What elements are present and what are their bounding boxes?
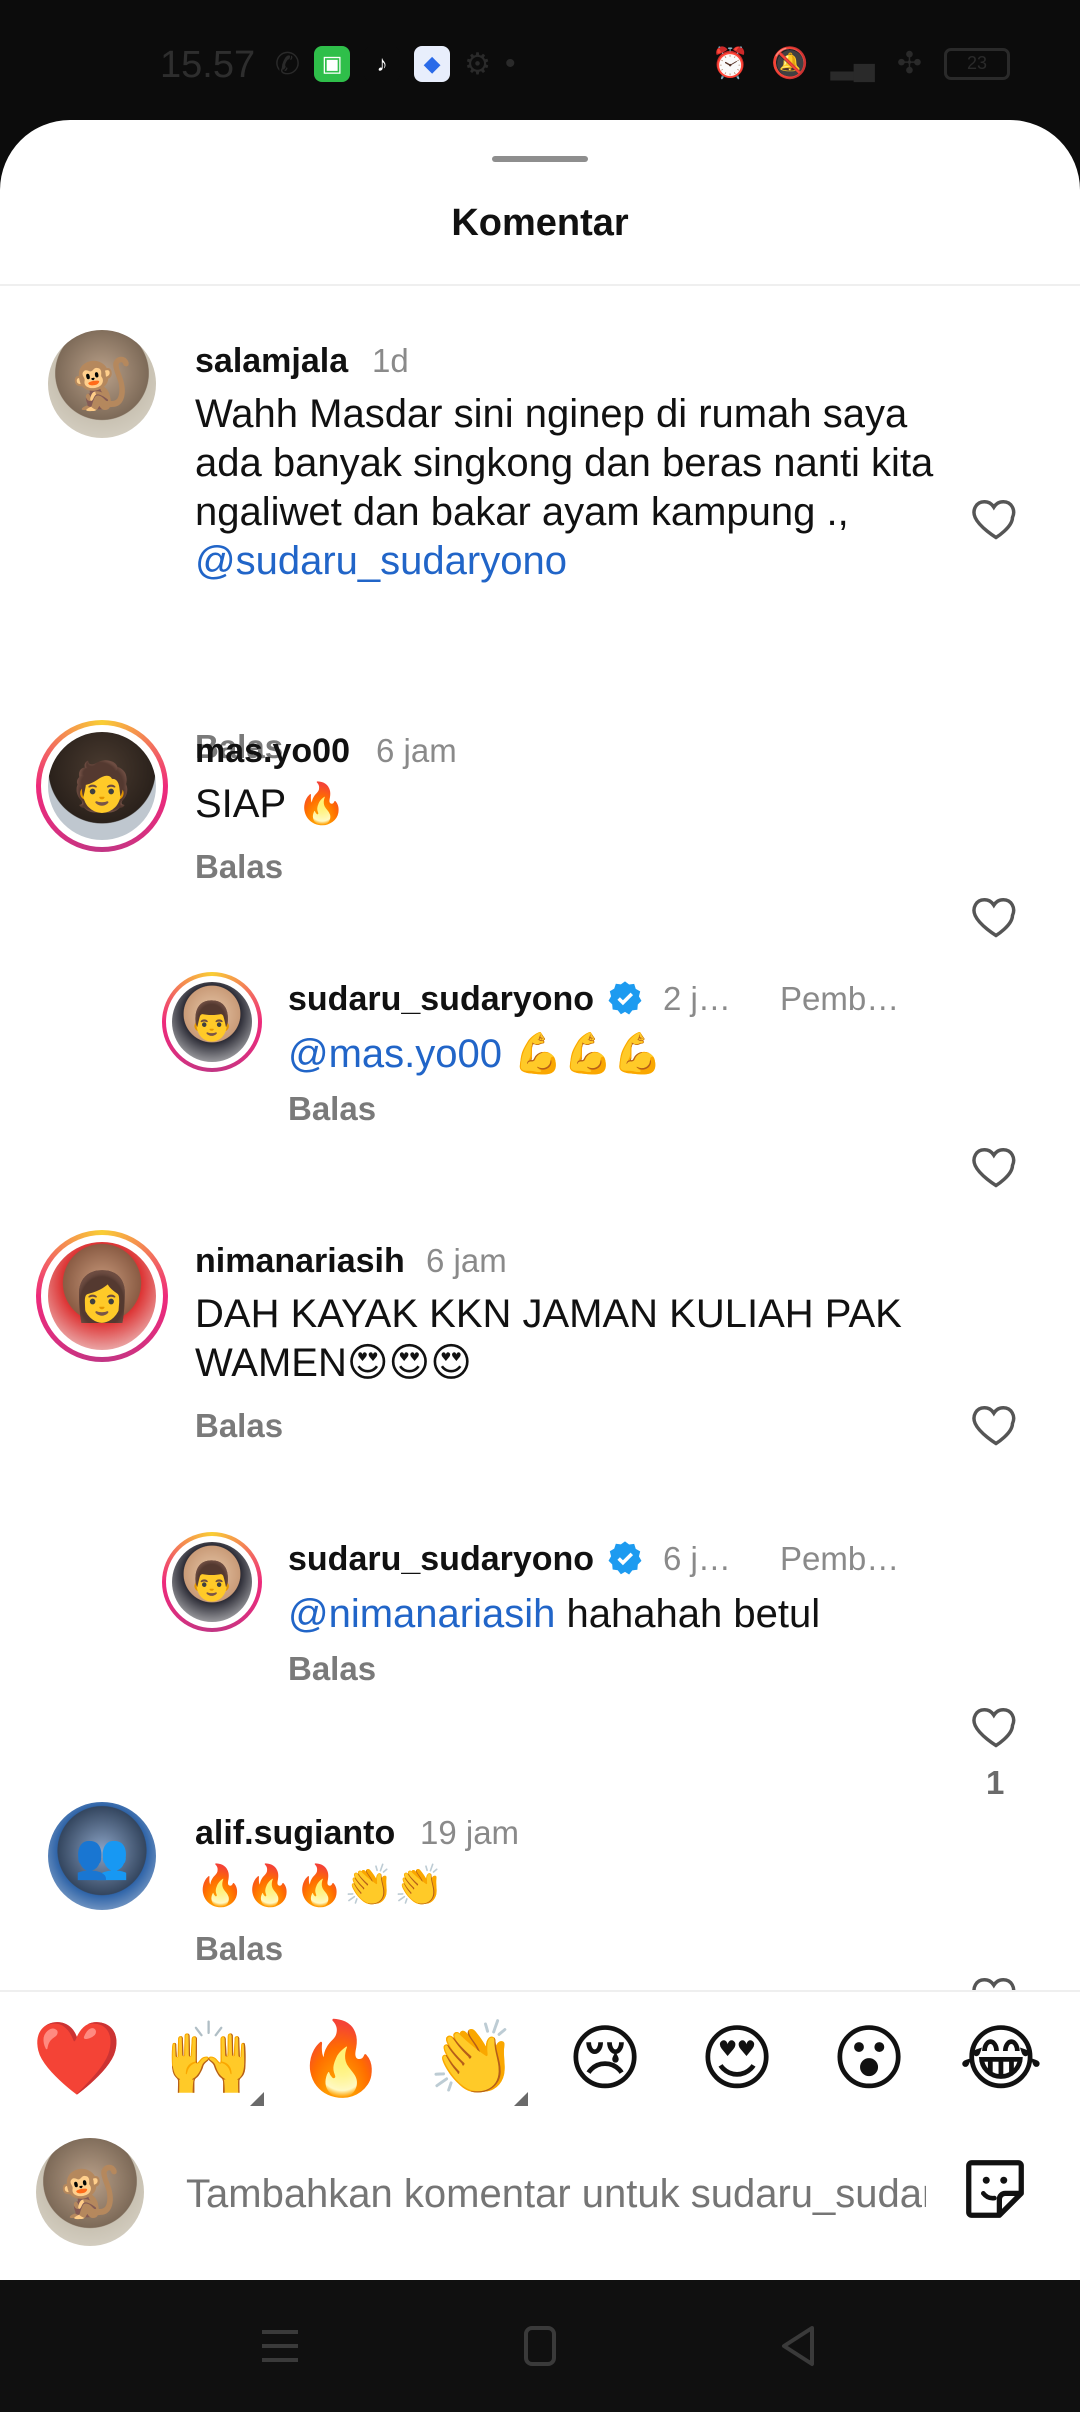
comment-body: 💪💪💪 [502, 1032, 663, 1076]
reply-username[interactable]: sudaru_sudaryono [288, 1540, 644, 1579]
heart-icon[interactable] [970, 1700, 1022, 1752]
reply-username[interactable]: sudaru_sudaryono [288, 980, 644, 1019]
settings-icon: ⚙ [464, 47, 492, 81]
pinned-label: Pemb… [780, 980, 900, 1017]
comment-time: 6 j… [663, 1540, 731, 1577]
status-bar: 15.57 ✆ ▣ ♪ ◆ ⚙ • ⏰ 🔕 ▂▄ ✣ 23 [0, 0, 1080, 140]
heart-icon[interactable] [970, 1398, 1022, 1450]
verified-badge-icon [608, 981, 642, 1015]
person-avatar-icon: 👩 [72, 1270, 132, 1324]
comment-item: 👥 alif.sugianto 19 jam 🔥🔥🔥👏👏 Balas [0, 1802, 1080, 2018]
status-time: 15.57 [160, 44, 256, 86]
comment-body: Wahh Masdar sini nginep di rumah saya ad… [195, 392, 934, 534]
comment-item: 🧑 mas.yo00 6 jam SIAP 🔥 Balas [0, 720, 1080, 938]
heart-emoji-button[interactable]: ❤️ [32, 2014, 122, 2104]
monkey-avatar-icon: 🐒 [70, 355, 134, 412]
comment-text: Wahh Masdar sini nginep di rumah saya ad… [195, 390, 975, 586]
avatar[interactable]: 🐒 [48, 330, 156, 438]
back-icon[interactable] [768, 2320, 828, 2372]
comment-username[interactable]: salamjala [195, 342, 348, 381]
username-text[interactable]: sudaru_sudaryono [288, 980, 594, 1018]
alarm-icon: ⏰ [711, 47, 750, 80]
avatar[interactable]: 👥 [48, 1802, 156, 1910]
person-avatar-icon: 👨 [188, 1001, 236, 1043]
avatar[interactable]: 👩 [48, 1242, 156, 1350]
comment-composer: 🐒 [0, 2130, 1080, 2280]
reply-item: 👨 sudaru_sudaryono 2 j… Pemb… @mas.yo00 … [0, 972, 1080, 1188]
status-notification-icons: ✆ ▣ ♪ ◆ ⚙ • [275, 46, 516, 82]
mention-link[interactable]: @nimanariasih [288, 1592, 555, 1636]
mute-icon: 🔕 [771, 47, 809, 80]
group-avatar-icon: 👥 [74, 1832, 130, 1881]
comment-item: 🐒 salamjala 1d Wahh Masdar sini nginep d… [0, 330, 1080, 765]
comment-time: 6 jam [426, 1242, 507, 1279]
mention-link[interactable]: @mas.yo00 [288, 1032, 502, 1076]
my-avatar: 🐒 [36, 2138, 144, 2246]
comment-username[interactable]: nimanariasih [195, 1242, 405, 1281]
pinned-label: Pemb… [780, 1540, 900, 1577]
clap-emoji-button[interactable]: 👏 [428, 2014, 518, 2104]
avatar[interactable]: 👨 [172, 982, 252, 1062]
avatar[interactable]: 🧑 [48, 732, 156, 840]
person-avatar-icon: 🧑 [72, 760, 132, 814]
system-nav-bar [0, 2280, 1080, 2412]
comment-input[interactable] [186, 2164, 926, 2224]
divider [0, 284, 1080, 286]
like-count: 1 [986, 1764, 1005, 1801]
comment-text: @nimanariasih hahahah betul [288, 1590, 928, 1639]
monkey-avatar-icon: 🐒 [58, 2163, 122, 2220]
person-avatar-icon: 👨 [188, 1561, 236, 1603]
comment-username[interactable]: mas.yo00 [195, 732, 350, 771]
signal-icon: ▂▄ [830, 47, 875, 80]
comments-sheet: Komentar 🐒 salamjala 1d Wahh Masdar sini… [0, 120, 1080, 2280]
comment-text: DAH KAYAK KKN JAMAN KULIAH PAK WAMEN😍😍😍 [195, 1292, 902, 1385]
comment-time: 1d [372, 342, 409, 379]
comment-body: hahahah betul [555, 1592, 821, 1636]
reply-button[interactable]: Balas [288, 1090, 376, 1128]
laughing-emoji-button[interactable]: 😂 [956, 2014, 1046, 2104]
drag-handle[interactable] [492, 156, 588, 162]
heart-icon[interactable] [970, 890, 1022, 942]
comment-text: SIAP 🔥 [195, 782, 347, 826]
reply-item: 👨 sudaru_sudaryono 6 j… Pemb… @nimanaria… [0, 1532, 1080, 1801]
avatar[interactable]: 👨 [172, 1542, 252, 1622]
crying-emoji-button[interactable]: 😢 [560, 2014, 650, 2104]
shield-app-icon: ◆ [414, 46, 451, 82]
comment-username[interactable]: alif.sugianto [195, 1814, 395, 1853]
heart-icon[interactable] [970, 492, 1022, 544]
heart-eyes-emoji-button[interactable]: 😍 [692, 2014, 782, 2104]
status-system-icons: ⏰ 🔕 ▂▄ ✣ 23 [712, 46, 1010, 81]
verified-badge-icon [608, 1541, 642, 1575]
raised-hands-emoji-button[interactable]: 🙌 [164, 2014, 254, 2104]
surprised-emoji-button[interactable]: 😮 [824, 2014, 914, 2104]
sticker-icon[interactable] [960, 2154, 1030, 2224]
comment-text: @mas.yo00 💪💪💪 [288, 1030, 928, 1079]
reply-button[interactable]: Balas [195, 848, 283, 886]
comment-item: 👩 nimanariasih 6 jam DAH KAYAK KKN JAMAN… [0, 1230, 1080, 1480]
app-store-icon: ▣ [314, 46, 351, 82]
home-icon[interactable] [510, 2320, 570, 2372]
mention-link[interactable]: @sudaru_sudaryono [195, 539, 567, 583]
reply-button[interactable]: Balas [288, 1650, 376, 1688]
username-text[interactable]: sudaru_sudaryono [288, 1540, 594, 1578]
fire-emoji-button[interactable]: 🔥 [296, 2014, 386, 2104]
dot-icon: • [505, 47, 516, 80]
emoji-variant-indicator [514, 2092, 528, 2106]
comment-text: 🔥🔥🔥👏👏 [195, 1864, 445, 1908]
heart-icon[interactable] [970, 1140, 1022, 1192]
hotspot-icon: ✣ [896, 47, 922, 80]
reply-button[interactable]: Balas [195, 1407, 283, 1445]
comment-time: 2 j… [663, 980, 731, 1017]
battery-icon: 23 [944, 47, 1010, 80]
sheet-title: Komentar [451, 202, 629, 244]
emoji-quick-bar: ❤️ 🙌 🔥 👏 😢 😍 😮 😂 [0, 1990, 1080, 2132]
comment-time: 19 jam [420, 1814, 520, 1851]
menu-icon[interactable] [250, 2320, 310, 2372]
comment-time: 6 jam [376, 732, 457, 769]
emoji-variant-indicator [250, 2092, 264, 2106]
tiktok-icon: ♪ [364, 46, 401, 82]
reply-button[interactable]: Balas [195, 1930, 283, 1968]
whatsapp-icon: ✆ [275, 47, 301, 81]
